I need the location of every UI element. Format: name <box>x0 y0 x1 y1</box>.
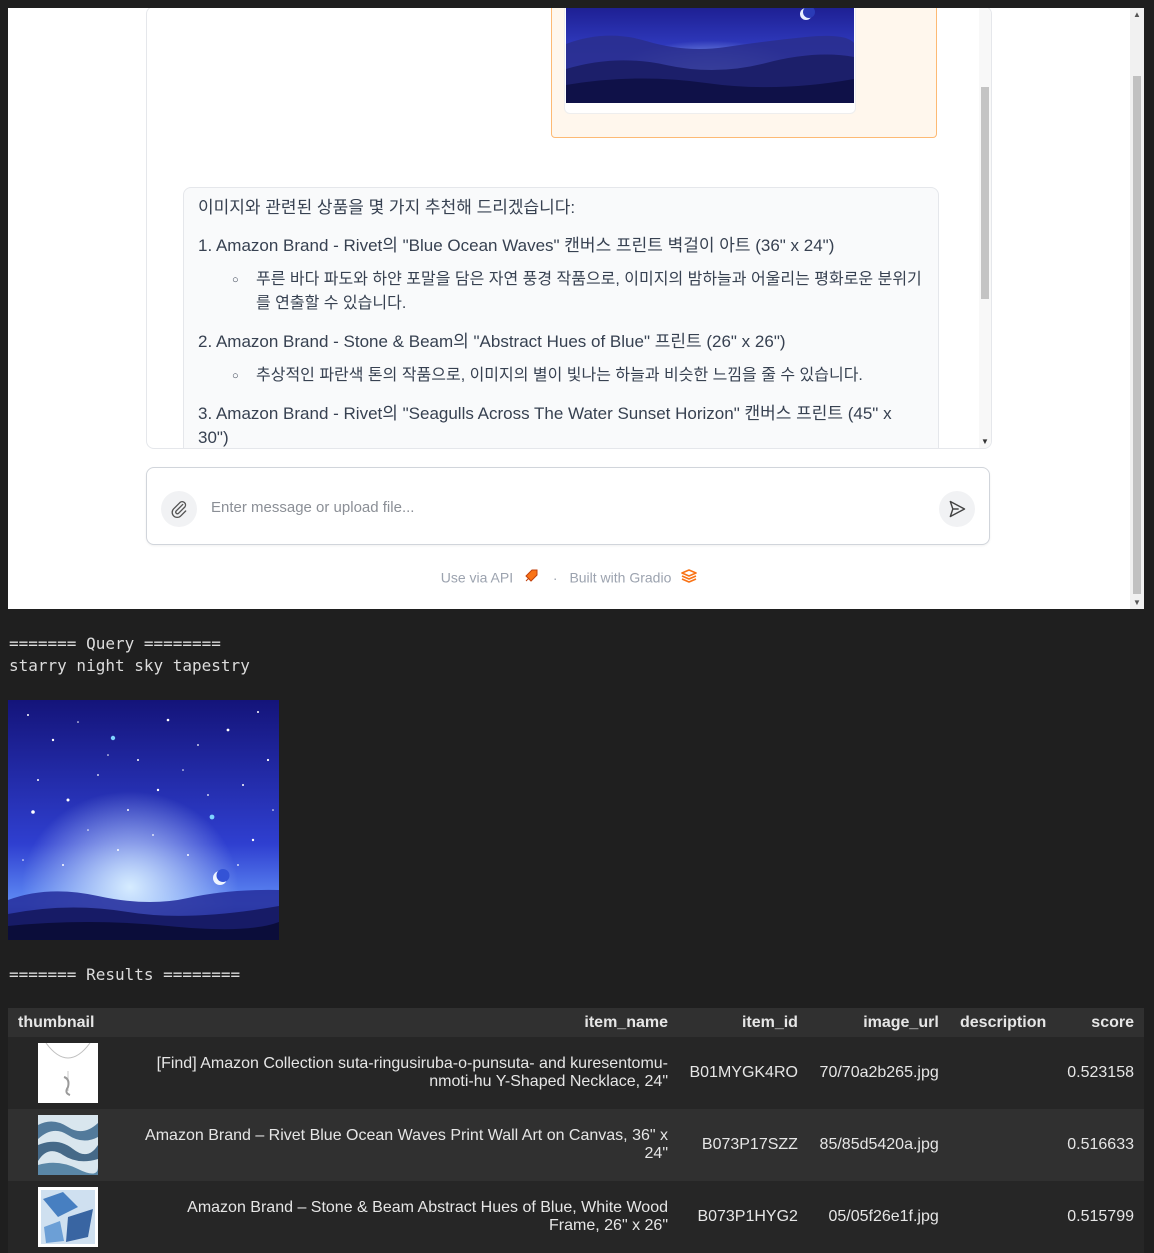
bot-message-bubble: 이미지와 관련된 상품을 몇 가지 추천해 드리겠습니다: 1. Amazon … <box>183 187 939 448</box>
item-id-cell: B01MYGK4RO <box>678 1037 808 1109</box>
scroll-up-arrow-icon[interactable]: ▲ <box>1133 10 1141 19</box>
table-header-row: thumbnail item_name item_id image_url de… <box>8 1008 1144 1037</box>
results-heading: ======= Results ======== <box>9 965 241 984</box>
query-text: starry night sky tapestry <box>9 656 250 675</box>
column-header: item_id <box>678 1008 808 1037</box>
circle-bullet-icon: ○ <box>232 274 239 286</box>
score-cell: 0.523158 <box>1056 1037 1144 1109</box>
necklace-thumbnail <box>38 1043 98 1103</box>
gradio-footer: Use via API · Built with Gradio <box>8 568 1130 587</box>
image-url-cell: 85/85d5420a.jpg <box>807 1109 949 1181</box>
chat-scrollbar[interactable]: ▼ <box>979 8 991 448</box>
thumbnail-cell <box>8 1037 128 1109</box>
recommendation-detail-text: 푸른 바다 파도와 하얀 포말을 담은 자연 풍경 작품으로, 이미지의 밤하늘… <box>256 271 922 312</box>
upload-file-button[interactable] <box>161 491 197 527</box>
item-name-cell: Amazon Brand – Stone & Beam Abstract Hue… <box>128 1181 678 1253</box>
image-url-cell: 70/70a2b265.jpg <box>807 1037 949 1109</box>
send-icon <box>949 500 966 518</box>
footer-separator: · <box>552 569 558 586</box>
description-cell <box>948 1181 1057 1253</box>
thumbnail-cell <box>8 1181 128 1253</box>
recommendation-title: 1. Amazon Brand - Rivet의 "Blue Ocean Wav… <box>198 236 835 255</box>
item-name-cell: Amazon Brand – Rivet Blue Ocean Waves Pr… <box>128 1109 678 1181</box>
description-cell <box>948 1109 1057 1181</box>
circle-bullet-icon: ○ <box>232 370 239 382</box>
recommendation-detail-text: 추상적인 파란색 톤의 작품으로, 이미지의 별이 빛나는 하늘과 비슷한 느낌… <box>256 367 863 384</box>
item-name-cell: [Find] Amazon Collection suta-ringusirub… <box>128 1037 678 1109</box>
image-url-cell: 05/05f26e1f.jpg <box>807 1181 949 1253</box>
recommendation-title: 3. Amazon Brand - Rivet의 "Seagulls Acros… <box>198 404 892 447</box>
recommendation-detail: ○ 푸른 바다 파도와 하얀 포말을 담은 자연 풍경 작품으로, 이미지의 밤… <box>232 268 924 316</box>
chatbot-panel: 이미지와 관련된 상품을 몇 가지 추천해 드리겠습니다: 1. Amazon … <box>146 8 992 449</box>
page-scrollbar[interactable]: ▲ ▼ <box>1130 8 1144 609</box>
ocean-waves-thumbnail <box>38 1115 98 1175</box>
column-header: description <box>948 1008 1057 1037</box>
table-row: [Find] Amazon Collection suta-ringusirub… <box>8 1037 1144 1109</box>
column-header: thumbnail <box>8 1008 128 1037</box>
rocket-icon <box>523 569 543 587</box>
column-header: image_url <box>807 1008 949 1037</box>
user-uploaded-image[interactable] <box>566 8 854 103</box>
table-row: Amazon Brand – Stone & Beam Abstract Hue… <box>8 1181 1144 1253</box>
message-input-box <box>146 467 990 545</box>
use-via-api-link[interactable]: Use via API <box>441 570 513 586</box>
description-cell <box>948 1037 1057 1109</box>
bot-intro-text: 이미지와 관련된 상품을 몇 가지 추천해 드리겠습니다: <box>198 198 576 217</box>
item-id-cell: B073P1HYG2 <box>678 1181 808 1253</box>
user-uploaded-image-container <box>564 8 856 114</box>
score-cell: 0.516633 <box>1056 1109 1144 1181</box>
item-id-cell: B073P17SZZ <box>678 1109 808 1181</box>
recommendation-detail: ○ 추상적인 파란색 톤의 작품으로, 이미지의 별이 빛나는 하늘과 비슷한 … <box>232 364 924 388</box>
message-input[interactable] <box>209 494 873 520</box>
recommendation-title: 2. Amazon Brand - Stone & Beam의 "Abstrac… <box>198 332 786 351</box>
thumbnail-cell <box>8 1109 128 1181</box>
page-scrollbar-thumb[interactable] <box>1133 76 1141 594</box>
paperclip-icon <box>171 501 187 519</box>
query-heading: ======= Query ======== <box>9 634 221 653</box>
send-button[interactable] <box>939 491 975 527</box>
column-header: item_name <box>128 1008 678 1037</box>
built-with-gradio-link[interactable]: Built with Gradio <box>569 570 671 586</box>
gradio-app-frame: 이미지와 관련된 상품을 몇 가지 추천해 드리겠습니다: 1. Amazon … <box>8 8 1144 609</box>
scroll-down-arrow-icon[interactable]: ▼ <box>981 437 989 446</box>
results-table: thumbnail item_name item_id image_url de… <box>8 1008 1144 1253</box>
scroll-down-arrow-icon[interactable]: ▼ <box>1133 598 1141 607</box>
score-cell: 0.515799 <box>1056 1181 1144 1253</box>
table-row: Amazon Brand – Rivet Blue Ocean Waves Pr… <box>8 1109 1144 1181</box>
column-header: score <box>1056 1008 1144 1037</box>
query-image <box>8 700 279 940</box>
chat-scrollbar-thumb[interactable] <box>981 87 989 299</box>
abstract-blue-thumbnail <box>38 1187 98 1247</box>
gradio-logo-icon <box>681 569 698 586</box>
user-message-bubble <box>551 8 937 138</box>
